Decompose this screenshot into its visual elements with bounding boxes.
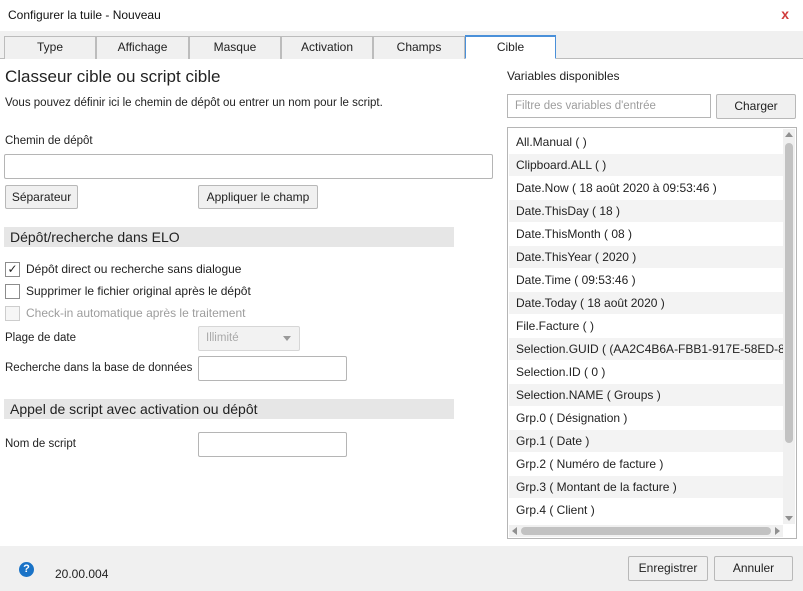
list-item[interactable]: Grp.1 ( Date ) [509,430,784,452]
db-search-input[interactable] [198,356,347,381]
close-icon[interactable]: x [781,6,789,22]
page-description: Vous pouvez définir ici le chemin de dép… [5,97,383,109]
variable-filter-input[interactable]: Filtre des variables d'entrée [507,94,711,118]
tab-champs[interactable]: Champs [373,36,465,59]
auto-checkin-checkbox-row: Check-in automatique après le traitement [5,305,245,321]
list-item[interactable]: Date.ThisYear ( 2020 ) [509,246,784,268]
tab-activation[interactable]: Activation [281,36,373,59]
scroll-up-icon[interactable] [785,132,793,137]
date-range-label: Plage de date [5,332,76,344]
direct-deposit-label: Dépôt direct ou recherche sans dialogue [26,262,242,276]
window-title: Configurer la tuile - Nouveau [8,8,161,22]
list-item[interactable]: All.Manual ( ) [509,131,784,153]
tab-cible[interactable]: Cible [465,35,556,59]
checkbox-unchecked-icon[interactable] [5,283,20,299]
save-button[interactable]: Enregistrer [628,556,708,581]
section-header-script: Appel de script avec activation ou dépôt [4,399,454,419]
footer-bar: ? 20.00.004 Enregistrer Annuler [0,546,803,591]
auto-checkin-label: Check-in automatique après le traitement [26,306,246,320]
tab-bar: Type Affichage Masque Activation Champs … [0,31,803,59]
scroll-down-icon[interactable] [785,516,793,521]
variables-list[interactable]: All.Manual ( ) Clipboard.ALL ( ) Date.No… [507,127,797,539]
list-item[interactable]: Grp.3 ( Montant de la facture ) [509,476,784,498]
scroll-left-icon[interactable] [512,527,517,535]
load-button[interactable]: Charger [716,94,796,119]
help-icon[interactable]: ? [19,562,34,577]
tab-affichage[interactable]: Affichage [96,36,189,59]
page-title: Classeur cible ou script cible [5,67,221,86]
scroll-right-icon[interactable] [775,527,780,535]
delete-original-label: Supprimer le fichier original après le d… [26,284,251,298]
list-item[interactable]: Date.Now ( 18 août 2020 à 09:53:46 ) [509,177,784,199]
tab-masque[interactable]: Masque [189,36,281,59]
list-item[interactable]: Date.Today ( 18 août 2020 ) [509,292,784,314]
script-name-label: Nom de script [5,438,76,450]
path-input[interactable] [4,154,493,179]
separator-button[interactable]: Séparateur [5,185,78,209]
list-item[interactable]: Selection.GUID ( (AA2C4B6A-FBB1-917E-58E… [509,338,784,360]
horizontal-scrollbar[interactable] [509,525,783,537]
version-label: 20.00.004 [55,567,109,581]
section-header-elo: Dépôt/recherche dans ELO [4,227,454,247]
checkbox-checked-icon[interactable]: ✓ [5,261,20,277]
vertical-scrollbar[interactable] [783,129,795,524]
variables-title: Variables disponibles [507,69,620,83]
list-item[interactable]: Date.Time ( 09:53:46 ) [509,269,784,291]
apply-field-button[interactable]: Appliquer le champ [198,185,318,209]
chevron-down-icon [283,336,291,341]
date-range-value: Illimité [206,332,239,344]
checkbox-disabled-icon [5,305,20,321]
path-label: Chemin de dépôt [5,135,93,147]
list-item[interactable]: Grp.4 ( Client ) [509,499,784,521]
list-item[interactable]: Grp.0 ( Désignation ) [509,407,784,429]
list-item[interactable]: Grp.2 ( Numéro de facture ) [509,453,784,475]
script-name-input[interactable] [198,432,347,457]
list-item[interactable]: Clipboard.ALL ( ) [509,154,784,176]
list-item[interactable]: Date.ThisMonth ( 08 ) [509,223,784,245]
db-search-label: Recherche dans la base de données [5,362,193,374]
date-range-select: Illimité [198,326,300,351]
cancel-button[interactable]: Annuler [714,556,793,581]
list-item[interactable]: Selection.NAME ( Groups ) [509,384,784,406]
tab-type[interactable]: Type [4,36,96,59]
direct-deposit-checkbox-row[interactable]: ✓ Dépôt direct ou recherche sans dialogu… [5,261,241,277]
list-item[interactable]: Selection.ID ( 0 ) [509,361,784,383]
list-item[interactable]: File.Facture ( ) [509,315,784,337]
list-item[interactable]: Date.ThisDay ( 18 ) [509,200,784,222]
vertical-scroll-thumb[interactable] [785,143,793,443]
horizontal-scroll-thumb[interactable] [521,527,771,535]
title-bar: Configurer la tuile - Nouveau x [0,0,803,31]
delete-original-checkbox-row[interactable]: Supprimer le fichier original après le d… [5,283,251,299]
